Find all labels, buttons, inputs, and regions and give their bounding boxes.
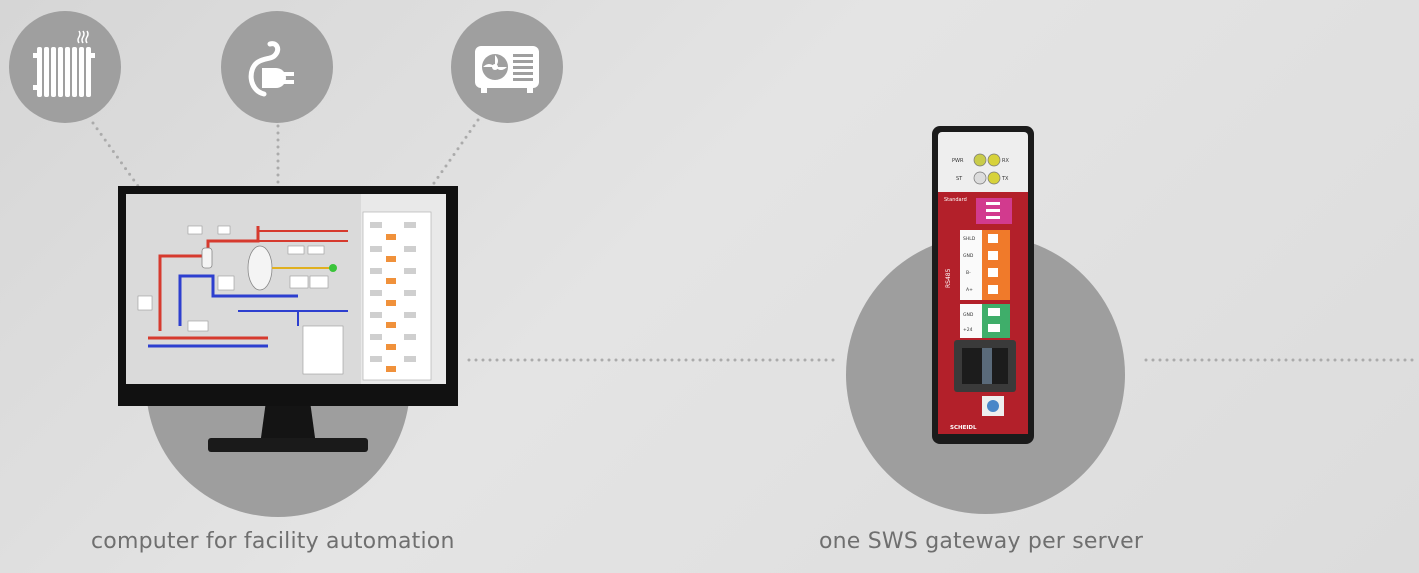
brand-label: SCHEIDL: [950, 425, 977, 431]
led-label-tx: TX: [1001, 176, 1009, 182]
led-tx: [987, 171, 1001, 185]
led-st: [973, 171, 987, 185]
svg-text:GND: GND: [963, 253, 974, 259]
led-rx: [987, 153, 1001, 167]
svg-text:B-: B-: [966, 270, 971, 276]
sws-gateway-device: PWR RX ST TX Standard RS485 SHLD GND B- …: [932, 126, 1034, 444]
svg-text:+24: +24: [963, 327, 973, 333]
ac-connector: [430, 118, 480, 188]
led-pwr: [973, 153, 987, 167]
monitor-icon: [118, 186, 458, 452]
computer-caption: computer for facility automation: [91, 529, 455, 554]
dip-title: Standard: [944, 197, 967, 203]
svg-text:GND: GND: [963, 312, 974, 318]
radiator-connector: [91, 121, 140, 188]
gateway-caption: one SWS gateway per server: [819, 529, 1144, 554]
svg-text:A+: A+: [966, 287, 973, 293]
led-label-st: ST: [956, 176, 963, 182]
rs485-label: RS485: [945, 268, 952, 288]
svg-text:SHLD: SHLD: [963, 236, 976, 242]
led-label-pwr: PWR: [952, 158, 964, 164]
led-label-rx: RX: [1002, 158, 1009, 164]
